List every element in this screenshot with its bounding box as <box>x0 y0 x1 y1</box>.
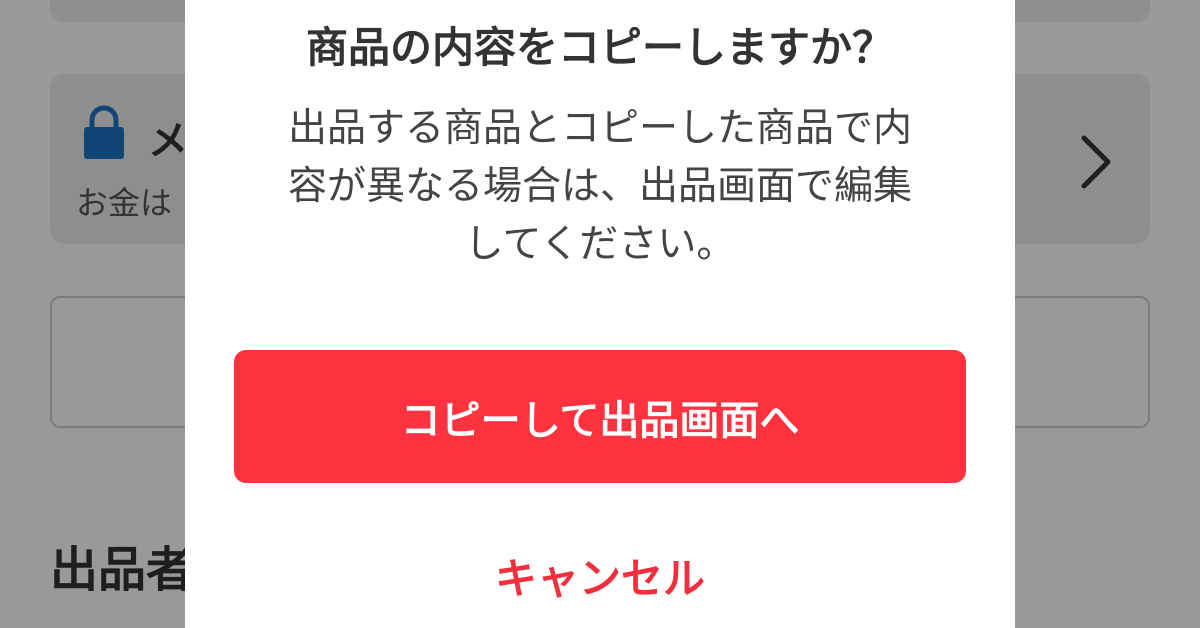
copy-and-list-button[interactable]: コピーして出品画面へ <box>234 350 966 483</box>
dialog-title: 商品の内容をコピーしますか？ <box>305 23 894 72</box>
dialog-message: 出品する商品とコピーした商品で内 容が異なる場合は、出品画面で編集 してください… <box>245 100 955 274</box>
copy-confirm-dialog: 商品の内容をコピーしますか？ 出品する商品とコピーした商品で内 容が異なる場合は… <box>185 0 1015 628</box>
cancel-button[interactable]: キャンセル <box>185 540 1015 610</box>
dialog-message-line: 出品する商品とコピーした商品で内 <box>287 106 912 151</box>
dialog-message-line: 容が異なる場合は、出品画面で編集 <box>287 164 912 209</box>
dialog-message-line: してください。 <box>464 222 736 267</box>
